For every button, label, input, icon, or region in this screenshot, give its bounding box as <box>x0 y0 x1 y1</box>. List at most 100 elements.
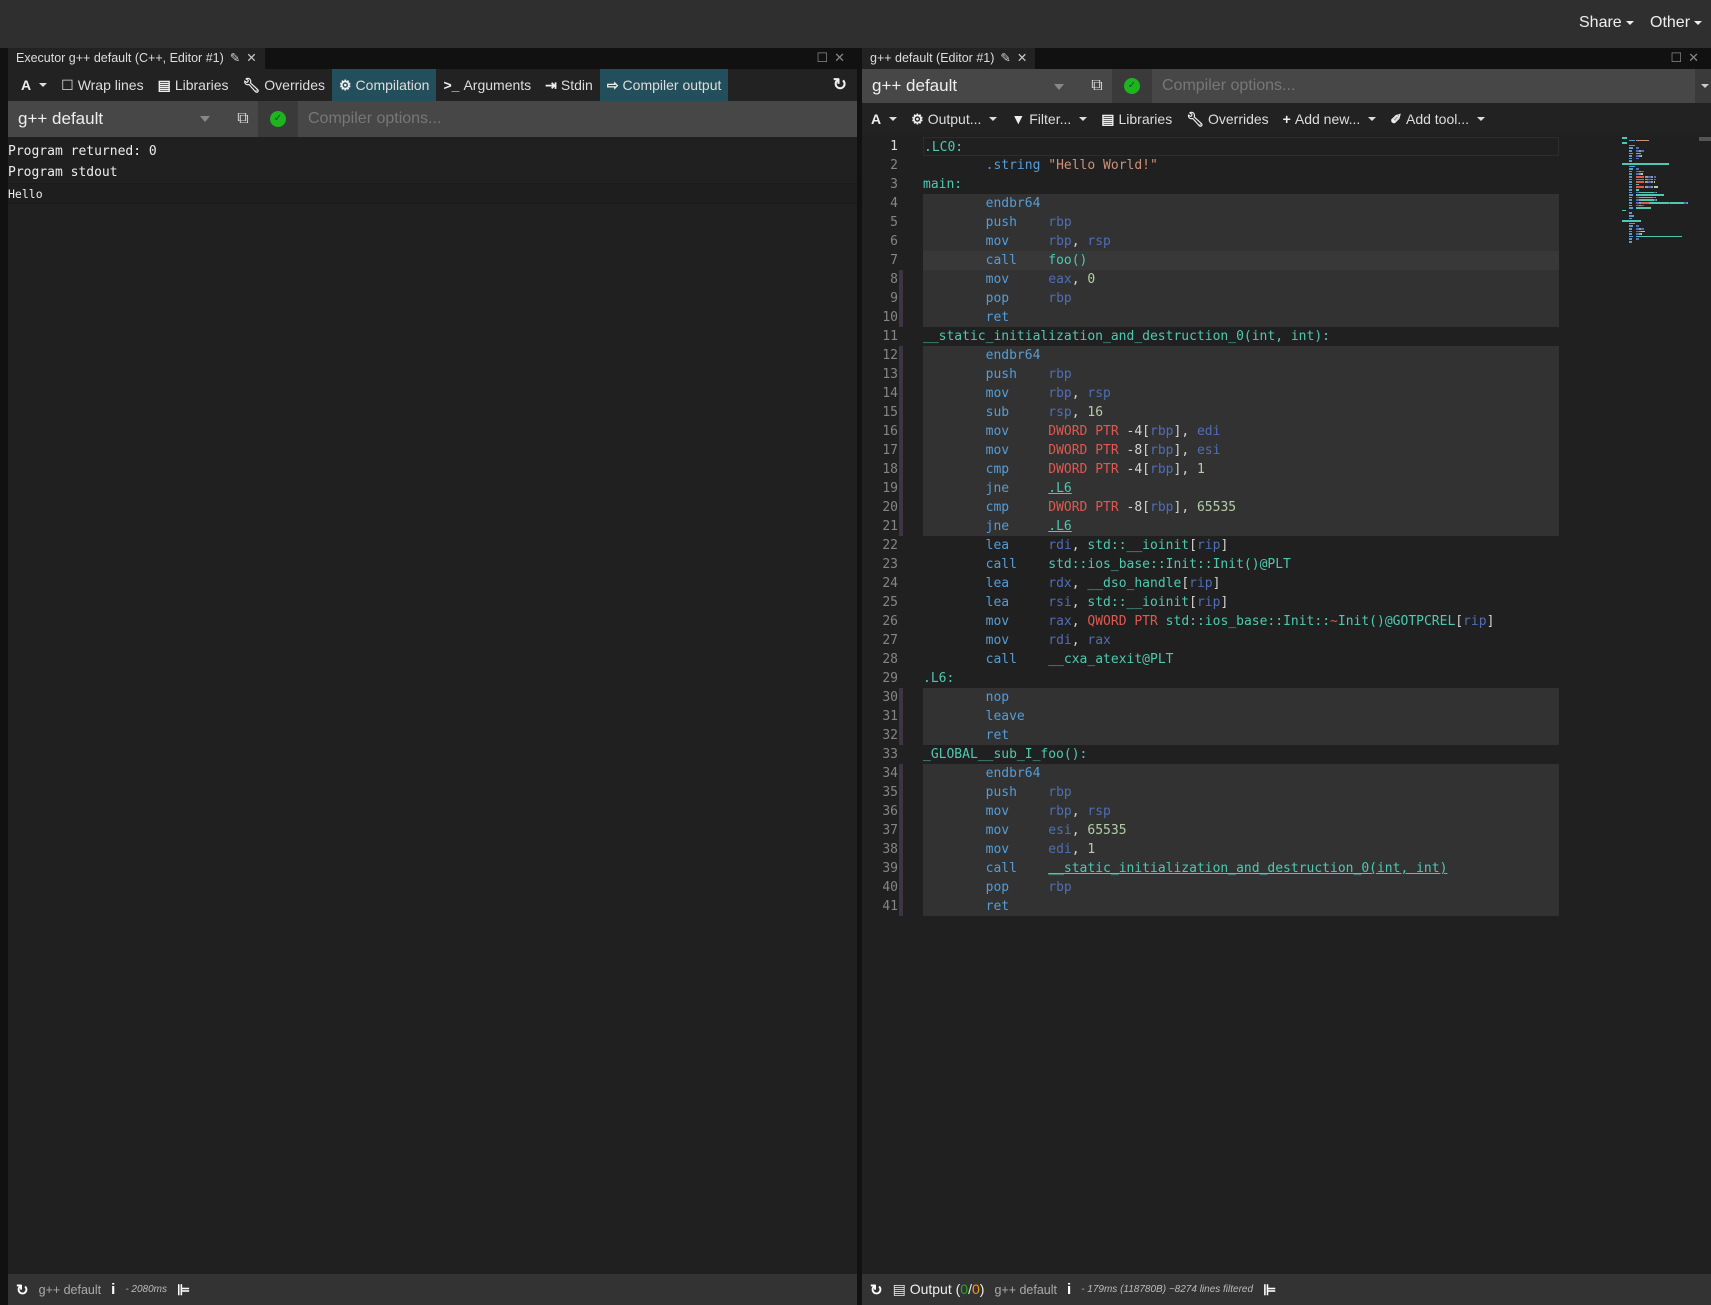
font-size-button[interactable]: A <box>14 69 54 101</box>
pencil-icon[interactable]: ✎ <box>230 51 240 65</box>
stdin-toggle[interactable]: ⇥ Stdin <box>538 69 600 101</box>
compiler-options-input[interactable] <box>1152 69 1695 103</box>
refresh-icon[interactable]: ↻ <box>16 1281 29 1299</box>
compiler-statusbar: ↻ ▤ Output (0/0) g++ default i - 179ms (… <box>862 1274 1711 1305</box>
asm-line[interactable]: 22 lea rdi, std::__ioinit[rip] <box>862 536 1711 555</box>
asm-line[interactable]: 29 .L6: <box>862 669 1711 688</box>
arguments-toggle[interactable]: >_ Arguments <box>436 69 538 101</box>
output-dropdown[interactable]: ⚙ Output... <box>904 103 1004 135</box>
options-dropdown[interactable] <box>1695 69 1711 103</box>
compilation-toggle[interactable]: ⚙ Compilation <box>331 69 437 101</box>
compiler-select[interactable]: g++ default <box>862 69 1082 103</box>
asm-token[interactable]: .L6 <box>1048 481 1071 496</box>
asm-line[interactable]: 24 lea rdx, __dso_handle[rip] <box>862 574 1711 593</box>
asm-token[interactable]: .L6 <box>1048 519 1071 534</box>
asm-line[interactable]: 9 pop rbp <box>862 289 1711 308</box>
info-icon[interactable]: i <box>1067 1281 1071 1298</box>
asm-line[interactable]: 32 ret <box>862 726 1711 745</box>
overrides-button[interactable]: 🔧︎ Overrides <box>236 69 332 101</box>
asm-line[interactable]: 7 call foo() <box>862 251 1711 270</box>
add-tool-dropdown[interactable]: ✐ Add tool... <box>1383 103 1492 135</box>
asm-line[interactable]: 5 push rbp <box>862 213 1711 232</box>
asm-line[interactable]: 4 endbr64 <box>862 194 1711 213</box>
compiler-tab[interactable]: g++ default (Editor #1) ✎ ✕ <box>862 48 1036 69</box>
asm-line[interactable]: 11 __static_initialization_and_destructio… <box>862 327 1711 346</box>
overrides-button[interactable]: 🔧︎ Overrides <box>1179 103 1275 135</box>
popout-icon[interactable]: ⧉ <box>228 110 258 128</box>
asm-line[interactable]: 40 pop rbp <box>862 878 1711 897</box>
asm-code: leave <box>923 707 1559 726</box>
asm-line[interactable]: 10 ret <box>862 308 1711 327</box>
asm-token <box>1009 272 1048 287</box>
asm-line[interactable]: 28 call __cxa_atexit@PLT <box>862 650 1711 669</box>
asm-line[interactable]: 25 lea rsi, std::__ioinit[rip] <box>862 593 1711 612</box>
compiler-output-toggle[interactable]: ⇨ Compiler output <box>599 69 729 101</box>
asm-line[interactable]: 23 call std::ios_base::Init::Init()@PLT <box>862 555 1711 574</box>
asm-line[interactable]: 37 mov esi, 65535 <box>862 821 1711 840</box>
pencil-icon[interactable]: ✎ <box>1000 51 1010 65</box>
wrap-lines-checkbox[interactable]: ☐ Wrap lines <box>54 69 150 101</box>
compile-status[interactable]: ✓ <box>1112 69 1152 103</box>
font-size-button[interactable]: A <box>864 103 904 135</box>
asm-line[interactable]: 16 mov DWORD PTR -4[rbp], edi <box>862 422 1711 441</box>
scrollbar[interactable] <box>1699 137 1711 141</box>
close-icon[interactable]: ✕ <box>246 51 256 65</box>
asm-line[interactable]: 34 endbr64 <box>862 764 1711 783</box>
assembly-editor[interactable]: 1 .LC0: 2 .string "Hello World!" 3 main: 4 en… <box>862 137 1711 1274</box>
asm-line[interactable]: 6 mov rbp, rsp <box>862 232 1711 251</box>
compiler-select[interactable]: g++ default <box>8 101 228 137</box>
refresh-icon[interactable]: ↻ <box>833 75 847 95</box>
asm-line[interactable]: 36 mov rbp, rsp <box>862 802 1711 821</box>
libraries-label: Libraries <box>174 77 229 93</box>
close-icon[interactable]: ✕ <box>1017 51 1027 65</box>
close-pane-icon[interactable]: ✕ <box>834 50 851 65</box>
add-new-dropdown[interactable]: + Add new... <box>1276 103 1384 135</box>
asm-line[interactable]: 21 jne .L6 <box>862 517 1711 536</box>
asm-line[interactable]: 19 jne .L6 <box>862 479 1711 498</box>
asm-line[interactable]: 2 .string "Hello World!" <box>862 156 1711 175</box>
asm-line[interactable]: 39 call __static_initialization_and_dest… <box>862 859 1711 878</box>
asm-line[interactable]: 27 mov rdi, rax <box>862 631 1711 650</box>
chart-icon[interactable]: ⊫ <box>1263 1281 1276 1299</box>
executor-tab[interactable]: Executor g++ default (C++, Editor #1) ✎ ✕ <box>8 48 265 69</box>
filter-dropdown[interactable]: ▼ Filter... <box>1004 103 1094 135</box>
compiler-options-input[interactable] <box>298 101 857 137</box>
maximize-icon[interactable]: ☐ <box>816 50 834 65</box>
other-menu[interactable]: Other <box>1650 14 1703 32</box>
libraries-button[interactable]: ▤ Libraries <box>151 69 236 101</box>
asm-line[interactable]: 31 leave <box>862 707 1711 726</box>
share-menu[interactable]: Share <box>1579 14 1634 32</box>
asm-line[interactable]: 33 _GLOBAL__sub_I_foo(): <box>862 745 1711 764</box>
asm-line[interactable]: 17 mov DWORD PTR -8[rbp], esi <box>862 441 1711 460</box>
asm-line[interactable]: 3 main: <box>862 175 1711 194</box>
asm-line[interactable]: 30 nop <box>862 688 1711 707</box>
popout-icon[interactable]: ⧉ <box>1082 77 1112 95</box>
asm-line[interactable]: 15 sub rsp, 16 <box>862 403 1711 422</box>
chart-icon[interactable]: ⊫ <box>177 1281 190 1299</box>
maximize-icon[interactable]: ☐ <box>1670 50 1688 65</box>
asm-line[interactable]: 20 cmp DWORD PTR -8[rbp], 65535 <box>862 498 1711 517</box>
asm-line[interactable]: 35 push rbp <box>862 783 1711 802</box>
asm-token: rbp <box>1150 424 1174 439</box>
asm-line[interactable]: 18 cmp DWORD PTR -4[rbp], 1 <box>862 460 1711 479</box>
info-icon[interactable]: i <box>111 1281 115 1298</box>
asm-token[interactable]: __static_initialization_and_destruction_… <box>1048 861 1447 876</box>
asm-token: rip <box>1463 614 1487 629</box>
refresh-icon[interactable]: ↻ <box>870 1281 883 1299</box>
minimap[interactable] <box>1622 137 1697 257</box>
line-number: 10 <box>882 310 898 325</box>
asm-line[interactable]: 1 .LC0: <box>862 137 1711 156</box>
asm-line[interactable]: 38 mov edi, 1 <box>862 840 1711 859</box>
asm-line[interactable]: 12 endbr64 <box>862 346 1711 365</box>
close-pane-icon[interactable]: ✕ <box>1688 50 1705 65</box>
asm-code: __static_initialization_and_destruction_… <box>923 327 1559 346</box>
libraries-button[interactable]: ▤ Libraries <box>1094 103 1179 135</box>
asm-line[interactable]: 14 mov rbp, rsp <box>862 384 1711 403</box>
asm-line[interactable]: 26 mov rax, QWORD PTR std::ios_base::Ini… <box>862 612 1711 631</box>
output-button[interactable]: ▤ Output (0/0) <box>893 1281 985 1298</box>
asm-line[interactable]: 13 push rbp <box>862 365 1711 384</box>
asm-line[interactable]: 41 ret <box>862 897 1711 916</box>
asm-line[interactable]: 8 mov eax, 0 <box>862 270 1711 289</box>
source-marker <box>899 289 903 308</box>
compile-status[interactable]: ✓ <box>258 101 298 137</box>
